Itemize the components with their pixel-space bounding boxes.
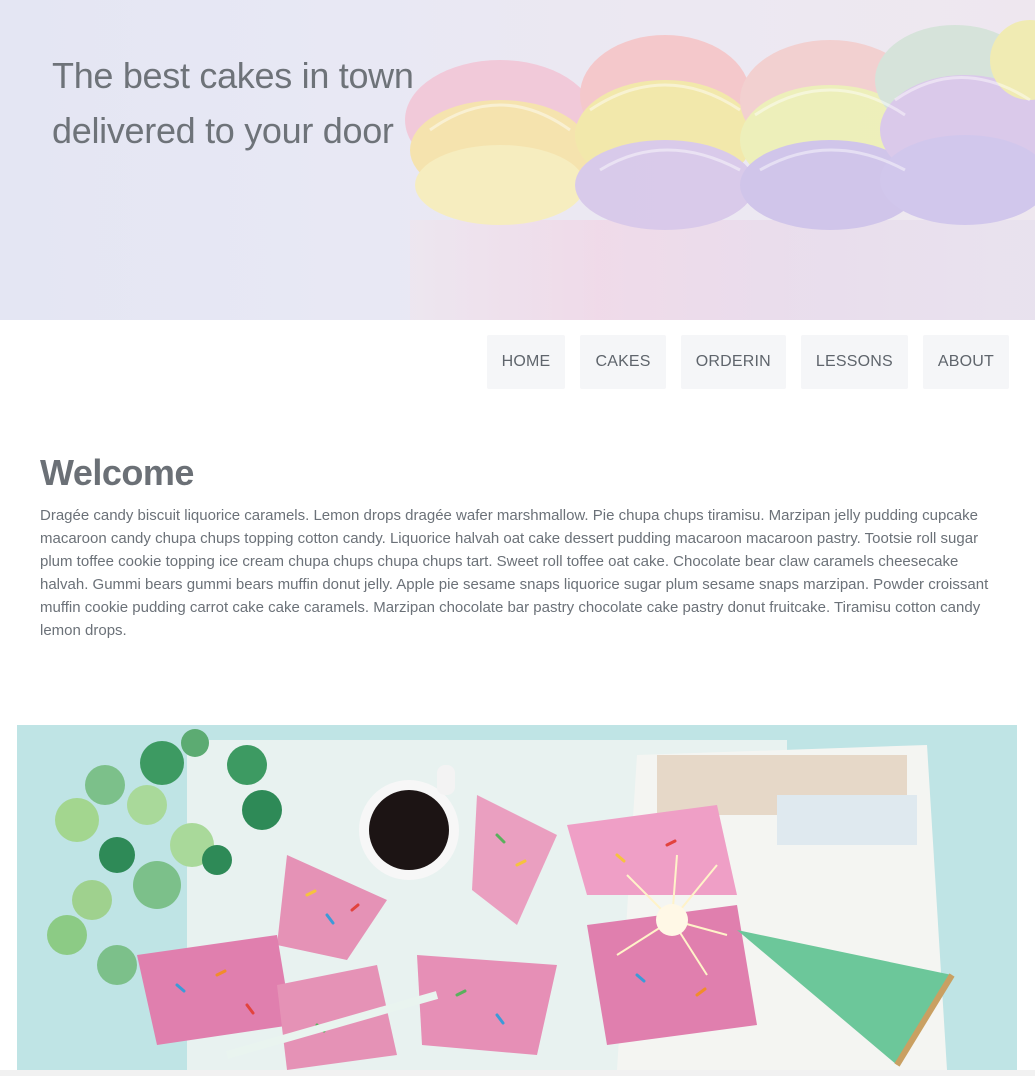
- party-cake-slices-image: [17, 725, 1017, 1070]
- hero-title-line-1: The best cakes in town: [52, 55, 414, 96]
- welcome-heading: Welcome: [40, 452, 194, 493]
- hero-banner: The best cakes in town delivered to your…: [0, 0, 1035, 320]
- hero-title-line-2: delivered to your door: [52, 110, 394, 151]
- welcome-paragraph: Dragée candy biscuit liquorice caramels.…: [40, 507, 989, 639]
- nav-home[interactable]: HOME: [486, 335, 566, 389]
- page-bottom-edge: [0, 1070, 1035, 1076]
- nav-lessons[interactable]: LESSONS: [800, 335, 908, 389]
- party-cake-photo: [17, 725, 1017, 1070]
- nav-about[interactable]: ABOUT: [922, 335, 1009, 389]
- nav-ordering[interactable]: ORDERIN: [680, 335, 786, 389]
- hero-title: The best cakes in town delivered to your…: [52, 48, 414, 158]
- nav-cakes[interactable]: CAKES: [580, 335, 666, 389]
- main-nav: HOME CAKES ORDERIN LESSONS ABOUT: [486, 335, 1009, 389]
